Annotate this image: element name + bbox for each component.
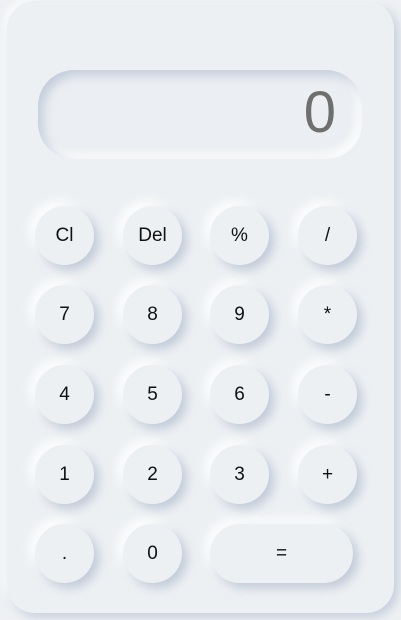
digit-3-button[interactable]: 3: [210, 445, 269, 504]
digit-9-button[interactable]: 9: [210, 285, 269, 344]
multiply-button[interactable]: *: [298, 285, 357, 344]
digit-1-button[interactable]: 1: [35, 445, 94, 504]
percent-button[interactable]: %: [210, 206, 269, 265]
display-screen: 0: [38, 70, 362, 159]
digit-5-button[interactable]: 5: [123, 365, 182, 424]
digit-7-button[interactable]: 7: [35, 285, 94, 344]
digit-0-button[interactable]: 0: [123, 524, 182, 583]
digit-8-button[interactable]: 8: [123, 285, 182, 344]
clear-button[interactable]: Cl: [35, 206, 94, 265]
decimal-button[interactable]: .: [35, 524, 94, 583]
delete-button[interactable]: Del: [123, 206, 182, 265]
equals-button[interactable]: =: [210, 524, 353, 583]
calculator-body: 0 Cl Del % / 7 8 9 * 4 5 6 - 1 2 3 + . 0…: [7, 1, 394, 613]
digit-2-button[interactable]: 2: [123, 445, 182, 504]
subtract-button[interactable]: -: [298, 365, 357, 424]
add-button[interactable]: +: [298, 445, 357, 504]
divide-button[interactable]: /: [298, 206, 357, 265]
digit-4-button[interactable]: 4: [35, 365, 94, 424]
display-value: 0: [303, 79, 336, 145]
digit-6-button[interactable]: 6: [210, 365, 269, 424]
